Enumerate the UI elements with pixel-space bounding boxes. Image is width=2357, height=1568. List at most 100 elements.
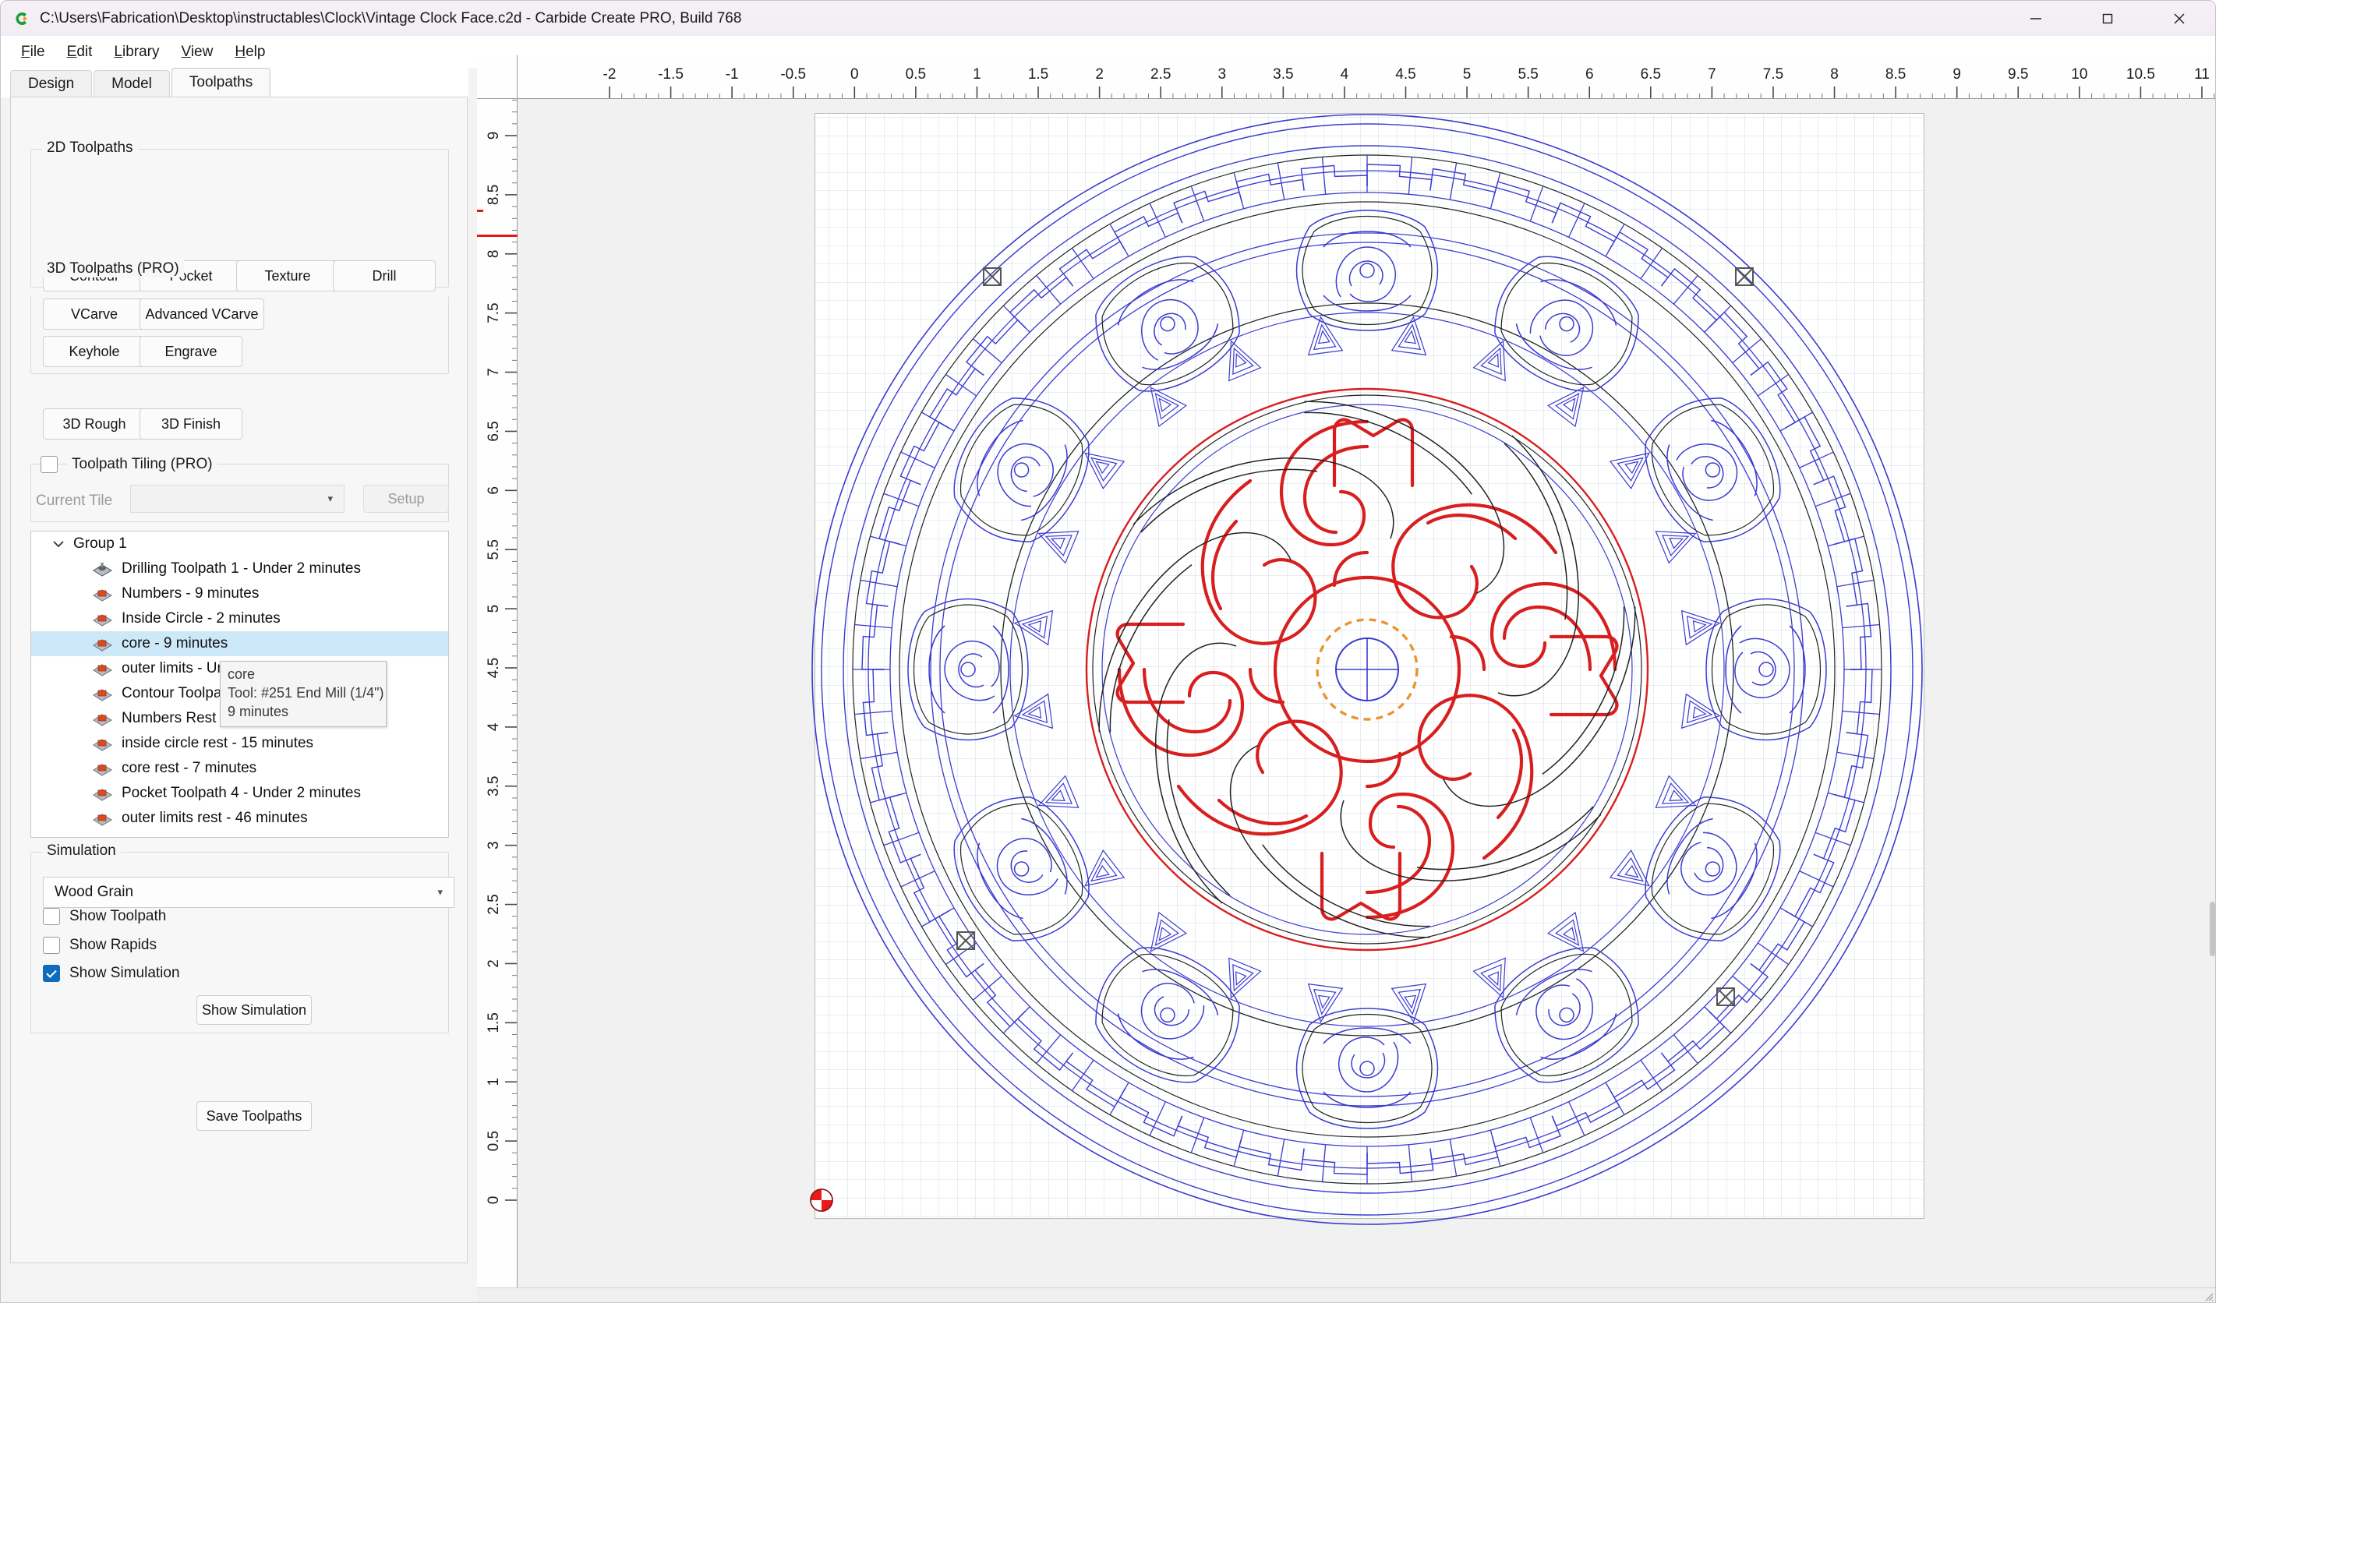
current-tile-select[interactable]: ▾ (130, 485, 345, 513)
toolpath-list-item[interactable]: Pocket Toolpath 4 - Under 2 minutes (31, 781, 448, 806)
vertical-scrollbar[interactable] (2208, 99, 2216, 1287)
show-toolpath-row[interactable]: Show Toolpath (43, 908, 166, 925)
show-rapids-row[interactable]: Show Rapids (43, 937, 157, 954)
svg-text:1: 1 (486, 1078, 502, 1086)
tab-design[interactable]: Design (10, 70, 92, 98)
3d-finish-button[interactable]: 3D Finish (140, 408, 242, 440)
svg-text:5: 5 (486, 605, 502, 613)
menu-help[interactable]: Help (224, 41, 276, 64)
show-rapids-checkbox[interactable] (43, 937, 60, 954)
toolpath-tiling-checkbox[interactable] (41, 456, 58, 473)
svg-text:10: 10 (2071, 66, 2087, 83)
toolpath-tiling-label: Toolpath Tiling (PRO) (67, 456, 217, 473)
svg-text:7.5: 7.5 (486, 302, 502, 323)
toolpath-list-item[interactable]: Numbers - 9 minutes (31, 581, 448, 606)
toolpath-list-item[interactable]: outer limits rest - 46 minutes (31, 806, 448, 831)
drill-button-label: Drill (373, 268, 397, 284)
tab-toolpaths-label: Toolpaths (189, 74, 253, 91)
show-simulation-button-label: Show Simulation (202, 1002, 306, 1019)
tab-model-label: Model (111, 76, 152, 92)
3d-rough-button[interactable]: 3D Rough (43, 408, 146, 440)
minimize-button[interactable] (2000, 1, 2072, 36)
toolpath-list-item[interactable]: inside circle rest - 15 minutes (31, 731, 448, 756)
svg-text:6.5: 6.5 (1641, 66, 1661, 83)
menu-file[interactable]: File (10, 41, 56, 64)
menu-edit[interactable]: Edit (56, 41, 104, 64)
group-simulation-title: Simulation (42, 842, 121, 860)
tab-model[interactable]: Model (94, 70, 170, 98)
horizontal-ruler-ticks: -2-1.5-1-0.500.511.522.533.544.555.566.5… (518, 55, 2216, 99)
title-bar-left: C:\Users\Fabrication\Desktop\instructabl… (1, 10, 741, 27)
toolpath-group-name: Group 1 (73, 535, 127, 553)
toolpath-list-item-label: outer limits rest - 46 minutes (122, 810, 308, 827)
close-button[interactable] (2143, 1, 2215, 36)
vertical-ruler[interactable]: 98.587.576.565.554.543.532.521.510.50 (477, 99, 518, 1303)
toolpath-list-item[interactable]: Drilling Toolpath 1 - Under 2 minutes (31, 556, 448, 581)
svg-text:2.5: 2.5 (486, 894, 502, 914)
toolpath-icon (92, 810, 113, 827)
current-tile-label: Current Tile (36, 493, 112, 510)
toolpath-tiling-checkbox-row[interactable]: Toolpath Tiling (PRO) (41, 456, 217, 473)
chevron-down-icon[interactable] (51, 540, 65, 548)
toolpath-list-item-selected[interactable]: core - 9 minutes (31, 631, 448, 656)
svg-text:0.5: 0.5 (906, 66, 926, 83)
svg-text:1: 1 (973, 66, 981, 83)
svg-text:4.5: 4.5 (486, 658, 502, 678)
toolpath-icon (92, 611, 113, 627)
toolpath-list-item-label: core rest - 7 minutes (122, 760, 256, 777)
design-viewport[interactable] (518, 99, 2216, 1303)
show-simulation-row[interactable]: Show Simulation (43, 965, 180, 982)
menu-library[interactable]: Library (103, 41, 170, 64)
group-3d-toolpaths-title: 3D Toolpaths (PRO) (42, 260, 184, 277)
toolpath-list-item-label: core - 9 minutes (122, 635, 228, 652)
show-toolpath-checkbox[interactable] (43, 908, 60, 925)
show-simulation-checkbox[interactable] (43, 965, 60, 982)
svg-text:3.5: 3.5 (1273, 66, 1293, 83)
title-bar: C:\Users\Fabrication\Desktop\instructabl… (1, 1, 2215, 36)
tooltip-name: core (228, 666, 379, 684)
svg-text:7: 7 (1708, 66, 1716, 83)
tab-design-label: Design (28, 76, 74, 92)
canvas-area: -2-1.5-1-0.500.511.522.533.544.555.566.5… (477, 55, 2216, 1303)
svg-text:11: 11 (2194, 66, 2210, 83)
toolpath-group-row[interactable]: Group 1 (31, 531, 448, 556)
save-toolpaths-button[interactable]: Save Toolpaths (196, 1101, 312, 1131)
horizontal-ruler[interactable]: -2-1.5-1-0.500.511.522.533.544.555.566.5… (518, 55, 2216, 99)
clock-face-design[interactable] (518, 99, 2216, 1303)
tooltip-tool: Tool: #251 End Mill (1/4") (228, 684, 379, 703)
3d-rough-button-label: 3D Rough (62, 416, 125, 433)
svg-text:9: 9 (1952, 66, 1961, 83)
svg-text:6.5: 6.5 (486, 421, 502, 441)
show-simulation-button[interactable]: Show Simulation (196, 995, 312, 1025)
svg-text:2: 2 (486, 959, 502, 968)
svg-text:0: 0 (850, 66, 859, 83)
toolpath-icon (92, 561, 113, 577)
show-simulation-label: Show Simulation (69, 965, 180, 982)
toolpath-tooltip: core Tool: #251 End Mill (1/4") 9 minute… (220, 661, 387, 727)
svg-text:0: 0 (486, 1196, 502, 1205)
svg-text:-0.5: -0.5 (780, 66, 806, 83)
toolpath-list-item[interactable]: Inside Circle - 2 minutes (31, 606, 448, 631)
menu-view[interactable]: View (170, 41, 224, 64)
chevron-down-icon: ▾ (437, 886, 443, 899)
resize-grip-icon[interactable] (2203, 1291, 2214, 1301)
drill-button[interactable]: Drill (333, 260, 436, 291)
svg-text:3.5: 3.5 (486, 776, 502, 796)
job-origin-marker[interactable] (811, 1189, 832, 1211)
maximize-button[interactable] (2072, 1, 2143, 36)
main-window: C:\Users\Fabrication\Desktop\instructabl… (0, 0, 2216, 1303)
tab-toolpaths[interactable]: Toolpaths (171, 68, 270, 97)
svg-text:8: 8 (486, 249, 502, 258)
toolpath-list-item[interactable]: core rest - 7 minutes (31, 756, 448, 781)
tile-setup-button-label: Setup (387, 491, 424, 507)
vertical-scrollbar-thumb[interactable] (2210, 902, 2215, 956)
svg-text:-1: -1 (726, 66, 739, 83)
toolpaths-panel: 2D Toolpaths Contour Pocket Texture Dril… (10, 97, 468, 1263)
texture-button[interactable]: Texture (236, 260, 339, 291)
tile-setup-button[interactable]: Setup (363, 485, 449, 513)
menu-help-rest: elp (246, 44, 265, 60)
svg-text:2: 2 (1095, 66, 1104, 83)
svg-text:1.5: 1.5 (486, 1012, 502, 1033)
svg-text:4.5: 4.5 (1395, 66, 1415, 83)
simulation-material-select[interactable]: Wood Grain ▾ (43, 877, 454, 908)
